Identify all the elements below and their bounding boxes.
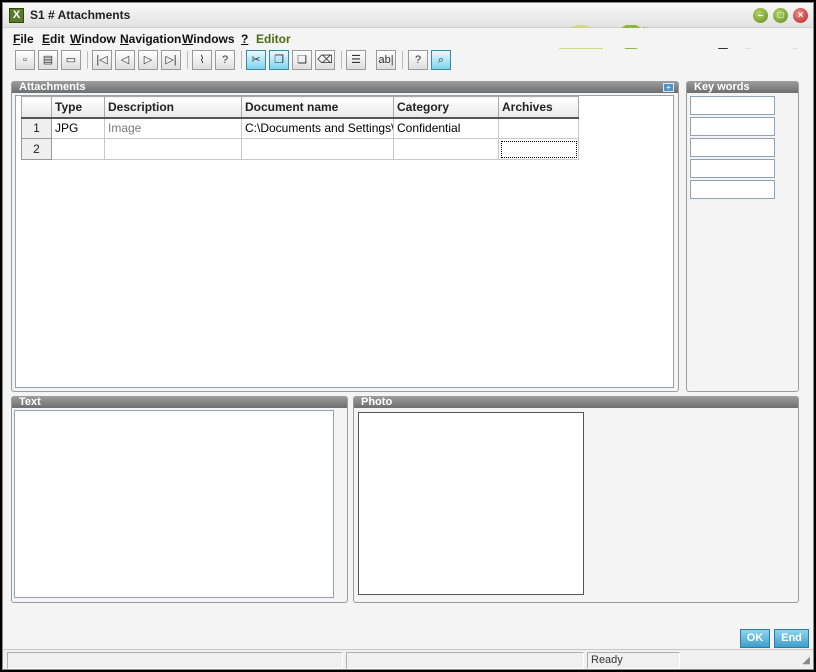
app-icon: X: [9, 8, 24, 23]
minimize-button[interactable]: –: [753, 8, 768, 23]
cell-type[interactable]: [51, 138, 105, 160]
keywords-panel-header: Key words: [687, 82, 798, 93]
status-bar: Ready ◢: [3, 649, 813, 669]
first-record-icon[interactable]: |◁: [92, 50, 112, 70]
keyword-field[interactable]: [690, 180, 775, 199]
window-title: S1 # Attachments: [30, 8, 131, 22]
text-panel-header: Text: [12, 397, 347, 408]
keyword-field[interactable]: [690, 159, 775, 178]
keyword-field[interactable]: [690, 96, 775, 115]
text-panel: Text: [11, 396, 348, 603]
cell-type[interactable]: JPG: [51, 117, 105, 139]
table-header-row: Type Description Document name Category …: [21, 96, 579, 119]
photo-panel: Photo: [353, 396, 799, 603]
toolbar-separator: [341, 51, 342, 69]
status-cell-2: [346, 652, 584, 669]
cut-icon[interactable]: ✂: [246, 50, 266, 70]
photo-panel-header: Photo: [354, 397, 798, 408]
clear-icon[interactable]: ⌫: [315, 50, 335, 70]
last-record-icon[interactable]: ▷|: [161, 50, 181, 70]
attachments-grid-area: Type Description Document name Category …: [15, 95, 674, 388]
ok-button[interactable]: OK: [740, 629, 770, 648]
text-field-icon[interactable]: ab|: [376, 50, 396, 70]
menu-windows[interactable]: Windows: [182, 32, 235, 46]
maximize-button[interactable]: □: [773, 8, 788, 23]
menu-navigation[interactable]: Navigation: [120, 32, 181, 46]
menu-file[interactable]: File: [13, 32, 34, 46]
toolbar-separator: [87, 51, 88, 69]
copy-icon[interactable]: ❐: [269, 50, 289, 70]
cell-document-name[interactable]: [241, 138, 394, 160]
help-icon[interactable]: ?: [408, 50, 428, 70]
previous-record-icon[interactable]: ◁: [115, 50, 135, 70]
cell-description[interactable]: Image: [104, 117, 242, 139]
toolbar-separator: [402, 51, 403, 69]
menu-window[interactable]: Window: [70, 32, 116, 46]
column-header-type[interactable]: Type: [51, 96, 105, 119]
print-icon[interactable]: ▤: [38, 50, 58, 70]
column-header-category[interactable]: Category: [393, 96, 499, 119]
cell-category[interactable]: Confidential: [393, 117, 499, 139]
column-header-archives[interactable]: Archives: [498, 96, 579, 119]
cell-archives[interactable]: [498, 117, 579, 139]
cell-document-name[interactable]: C:\Documents and Settings\Ac: [241, 117, 394, 139]
row-number[interactable]: 2: [21, 138, 52, 160]
expand-panel-icon[interactable]: +: [663, 83, 674, 92]
close-button[interactable]: ×: [793, 8, 808, 23]
search-icon[interactable]: ⌕: [431, 50, 451, 70]
row-number-header: [21, 96, 52, 119]
menu-help[interactable]: ?: [241, 32, 248, 46]
toolbar-separator: [187, 51, 188, 69]
toolbar: ▫ ▤ ▭ |◁ ◁ ▷ ▷| ⌇ ? ✂ ❐ ❏ ⌫ ☰ ab| ? ⌕: [3, 48, 813, 74]
toolbar-separator: [241, 51, 242, 69]
table-row[interactable]: 1 JPG Image C:\Documents and Settings\Ac…: [21, 117, 579, 139]
cell-description[interactable]: [104, 138, 242, 160]
paste-icon[interactable]: ❏: [292, 50, 312, 70]
help-record-icon[interactable]: ?: [215, 50, 235, 70]
keyword-field[interactable]: [690, 138, 775, 157]
end-button[interactable]: End: [774, 629, 809, 648]
new-document-icon[interactable]: ▫: [15, 50, 35, 70]
cell-category[interactable]: [393, 138, 499, 160]
print-preview-icon[interactable]: ▭: [61, 50, 81, 70]
menu-edit[interactable]: Edit: [42, 32, 65, 46]
main-window: X S1 # Attachments – □ × File Edit Windo…: [2, 2, 814, 670]
resize-grip-icon[interactable]: ◢: [802, 655, 810, 666]
attachments-panel: Attachments + Type Description Document …: [11, 81, 679, 392]
menu-bar: File Edit Window Navigation Windows ? Ed…: [3, 28, 813, 48]
status-text: Ready: [587, 652, 680, 669]
menu-editor[interactable]: Editor: [256, 32, 291, 46]
cell-archives-focused[interactable]: [498, 138, 579, 160]
column-header-document-name[interactable]: Document name: [241, 96, 394, 119]
attach-paperclip-icon[interactable]: ⌇: [192, 50, 212, 70]
attachments-table: Type Description Document name Category …: [21, 96, 579, 160]
form-view-icon[interactable]: ☰: [346, 50, 366, 70]
table-row[interactable]: 2: [21, 138, 579, 160]
next-record-icon[interactable]: ▷: [138, 50, 158, 70]
column-header-description[interactable]: Description: [104, 96, 242, 119]
row-number[interactable]: 1: [21, 117, 52, 139]
keyword-field[interactable]: [690, 117, 775, 136]
keywords-panel: Key words: [686, 81, 799, 392]
photo-frame[interactable]: [358, 412, 584, 595]
attachments-panel-header: Attachments: [12, 82, 678, 93]
text-area[interactable]: [14, 410, 334, 598]
status-cell-1: [7, 652, 343, 669]
